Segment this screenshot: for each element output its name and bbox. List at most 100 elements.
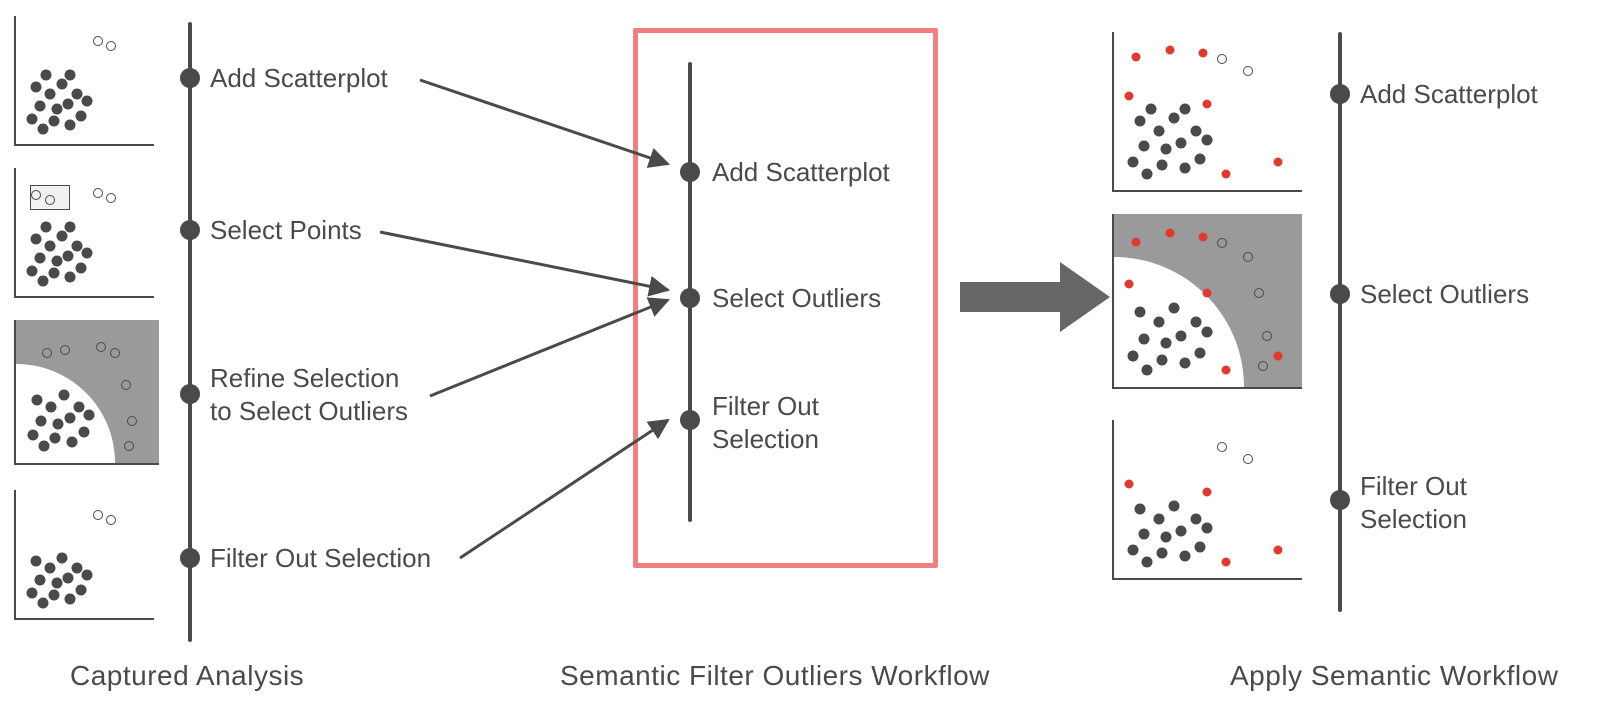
data-point [1168, 113, 1179, 124]
data-point [1165, 229, 1174, 238]
data-point [106, 515, 116, 525]
data-point [1243, 252, 1253, 262]
data-point [65, 221, 76, 232]
data-point [27, 429, 38, 440]
data-point [1221, 558, 1230, 567]
data-point [1273, 352, 1282, 361]
data-point [1194, 347, 1205, 358]
data-point [51, 577, 62, 588]
scatter-left-1 [14, 16, 154, 146]
left-step-1-label: Add Scatterplot [210, 62, 388, 95]
data-point [1262, 331, 1272, 341]
left-step-3-line1: Refine Selection [210, 363, 399, 393]
left-step-2-label: Select Points [210, 214, 362, 247]
data-point [127, 416, 137, 426]
data-point [38, 123, 49, 134]
data-point [31, 82, 42, 93]
right-step-1-label: Add Scatterplot [1360, 78, 1538, 111]
data-point [1142, 557, 1153, 568]
left-step-4-label: Filter Out Selection [210, 542, 431, 575]
data-point [31, 190, 41, 200]
data-point [62, 572, 73, 583]
data-point [62, 250, 73, 261]
data-point [1124, 92, 1133, 101]
data-point [32, 394, 43, 405]
data-point [40, 69, 51, 80]
data-point [1273, 157, 1282, 166]
data-point [1153, 317, 1164, 328]
data-point [27, 265, 38, 276]
data-point [76, 111, 87, 122]
data-point [1258, 361, 1268, 371]
data-point [1203, 488, 1212, 497]
data-point [1203, 100, 1212, 109]
data-point [45, 195, 55, 205]
data-point [1157, 160, 1168, 171]
data-point [1175, 526, 1186, 537]
data-point [65, 272, 76, 283]
data-point [1124, 480, 1133, 489]
data-point [1202, 327, 1213, 338]
data-point [1217, 54, 1227, 64]
data-point [1161, 532, 1172, 543]
data-point [36, 415, 47, 426]
data-point [1157, 354, 1168, 365]
data-point [1153, 513, 1164, 524]
middle-node-2 [680, 288, 700, 308]
right-step-2-label: Select Outliers [1360, 278, 1529, 311]
data-point [76, 585, 87, 596]
data-point [81, 96, 92, 107]
data-point [93, 188, 103, 198]
data-point [1168, 501, 1179, 512]
right-timeline [1338, 32, 1342, 612]
data-point [38, 597, 49, 608]
data-point [1175, 330, 1186, 341]
data-point [1168, 303, 1179, 314]
data-point [1132, 53, 1141, 62]
data-point [27, 113, 38, 124]
data-point [1161, 337, 1172, 348]
middle-step-2-label: Select Outliers [712, 282, 881, 315]
data-point [1199, 232, 1208, 241]
data-point [1179, 358, 1190, 369]
data-point [1179, 551, 1190, 562]
data-point [58, 390, 69, 401]
left-node-4 [180, 548, 200, 568]
scatter-right-1 [1112, 32, 1302, 192]
data-point [1254, 288, 1264, 298]
data-point [110, 348, 120, 358]
right-step-3-line2: Selection [1360, 504, 1467, 534]
data-point [57, 78, 68, 89]
data-point [1203, 288, 1212, 297]
data-point [1138, 141, 1149, 152]
middle-step-3-line2: Selection [712, 424, 819, 454]
left-step-3-label: Refine Selection to Select Outliers [210, 362, 408, 427]
data-point [1124, 280, 1133, 289]
data-point [38, 275, 49, 286]
data-point [106, 41, 116, 51]
scatter-left-4 [14, 490, 154, 620]
data-point [51, 255, 62, 266]
data-point [1127, 544, 1138, 555]
data-point [1199, 48, 1208, 57]
scatter-left-3 [14, 320, 159, 465]
data-point [96, 342, 106, 352]
middle-node-1 [680, 162, 700, 182]
data-point [121, 380, 131, 390]
data-point [1138, 334, 1149, 345]
data-point [81, 570, 92, 581]
data-point [35, 575, 46, 586]
left-node-2 [180, 220, 200, 240]
data-point [1153, 125, 1164, 136]
data-point [1138, 529, 1149, 540]
data-point [78, 426, 89, 437]
data-point [31, 556, 42, 567]
data-point [74, 401, 85, 412]
middle-node-3 [680, 410, 700, 430]
data-point [1194, 153, 1205, 164]
data-point [1142, 364, 1153, 375]
data-point [76, 263, 87, 274]
data-point [45, 240, 56, 251]
data-point [35, 253, 46, 264]
data-point [65, 594, 76, 605]
